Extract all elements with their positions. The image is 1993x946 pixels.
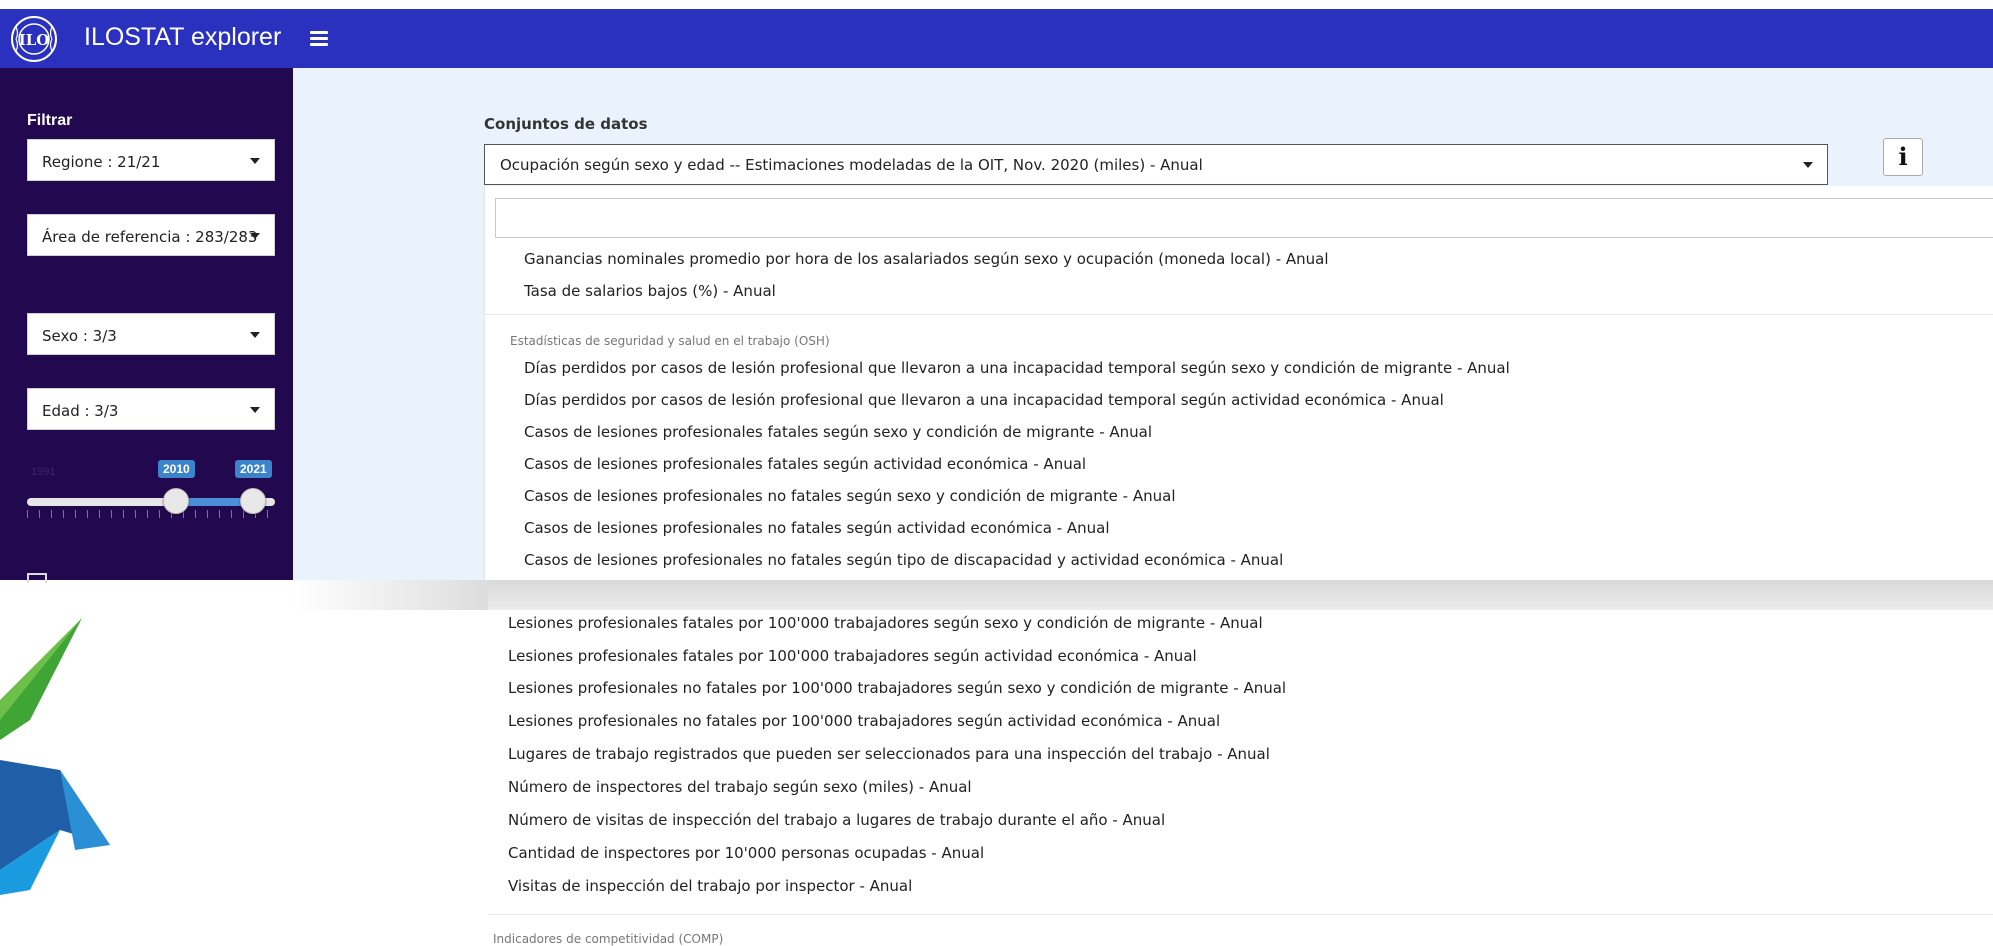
list-item[interactable]: Días perdidos por casos de lesión profes… <box>524 391 1444 409</box>
reference-area-filter-label: Área de referencia : 283/283 <box>42 228 258 246</box>
filter-title: Filtrar <box>27 112 73 129</box>
group-header-osh: Estadísticas de seguridad y salud en el … <box>510 334 830 348</box>
list-item[interactable]: Casos de lesiones profesionales no fatal… <box>524 551 1283 569</box>
list-item[interactable]: Lugares de trabajo registrados que puede… <box>508 745 1270 763</box>
slider-ticks <box>27 510 275 518</box>
dataset-select-value: Ocupación según sexo y edad -- Estimacio… <box>500 156 1203 174</box>
svg-text:ILO: ILO <box>19 31 50 49</box>
decorative-logo-icon <box>0 618 110 895</box>
dataset-select[interactable]: Ocupación según sexo y edad -- Estimacio… <box>484 144 1828 185</box>
group-header-comp: Indicadores de competitividad (COMP) <box>493 932 724 946</box>
grey-band-fade <box>293 580 493 610</box>
slider-to-handle[interactable] <box>240 488 266 514</box>
app-title: ILOSTAT explorer <box>84 23 282 51</box>
slider-min-label: 1991 <box>31 466 56 478</box>
list-item[interactable]: Lesiones profesionales no fatales por 10… <box>508 712 1220 730</box>
list-item[interactable]: Lesiones profesionales fatales por 100'0… <box>508 647 1197 665</box>
info-button[interactable]: i <box>1883 138 1923 176</box>
top-strip <box>0 0 1993 9</box>
list-item[interactable]: Cantidad de inspectores por 10'000 perso… <box>508 844 984 862</box>
age-filter-select[interactable]: Edad : 3/3 <box>27 388 275 430</box>
app-header: ILO ILOSTAT explorer <box>0 9 1993 68</box>
chevron-down-icon <box>250 158 260 164</box>
age-filter-label: Edad : 3/3 <box>42 402 119 420</box>
region-filter-select[interactable]: Regione : 21/21 <box>27 139 275 181</box>
year-range-slider[interactable]: 1991 2010 2021 <box>27 460 275 546</box>
chevron-down-icon <box>250 233 260 239</box>
list-item[interactable]: Casos de lesiones profesionales fatales … <box>524 423 1152 441</box>
menu-toggle-icon[interactable] <box>310 31 328 47</box>
list-item[interactable]: Número de inspectores del trabajo según … <box>508 778 972 796</box>
group-divider <box>488 914 1993 915</box>
main-panel: Conjuntos de datos Ocupación según sexo … <box>293 68 1993 580</box>
list-item[interactable]: Lesiones profesionales fatales por 100'0… <box>508 614 1263 632</box>
list-item[interactable]: Ganancias nominales promedio por hora de… <box>524 250 1329 268</box>
reference-area-filter-select[interactable]: Área de referencia : 283/283 <box>27 214 275 256</box>
group-divider <box>485 314 1993 315</box>
chevron-down-icon <box>250 332 260 338</box>
sex-filter-select[interactable]: Sexo : 3/3 <box>27 313 275 355</box>
slider-from-handle[interactable] <box>163 488 189 514</box>
list-item[interactable]: Casos de lesiones profesionales fatales … <box>524 455 1086 473</box>
sidebar-checkbox[interactable] <box>27 573 47 583</box>
chevron-down-icon <box>1803 162 1813 168</box>
list-item[interactable]: Días perdidos por casos de lesión profes… <box>524 359 1510 377</box>
slider-from-badge: 2010 <box>158 460 195 478</box>
list-item[interactable]: Visitas de inspección del trabajo por in… <box>508 877 912 895</box>
dropdown-search-input[interactable] <box>495 198 1993 238</box>
info-icon: i <box>1898 142 1908 171</box>
sidebar: Filtrar Regione : 21/21 Área de referenc… <box>0 68 293 583</box>
list-item[interactable]: Número de visitas de inspección del trab… <box>508 811 1165 829</box>
ilo-logo-icon: ILO <box>11 16 57 62</box>
grey-band <box>488 580 1993 610</box>
datasets-label: Conjuntos de datos <box>484 115 648 133</box>
list-item[interactable]: Tasa de salarios bajos (%) - Anual <box>524 282 776 300</box>
region-filter-label: Regione : 21/21 <box>42 153 161 171</box>
list-item[interactable]: Casos de lesiones profesionales no fatal… <box>524 487 1176 505</box>
list-item[interactable]: Lesiones profesionales no fatales por 10… <box>508 679 1286 697</box>
slider-to-badge: 2021 <box>235 460 272 478</box>
dataset-dropdown: Ganancias nominales promedio por hora de… <box>484 186 1993 580</box>
list-item[interactable]: Casos de lesiones profesionales no fatal… <box>524 519 1110 537</box>
sex-filter-label: Sexo : 3/3 <box>42 327 117 345</box>
chevron-down-icon <box>250 407 260 413</box>
